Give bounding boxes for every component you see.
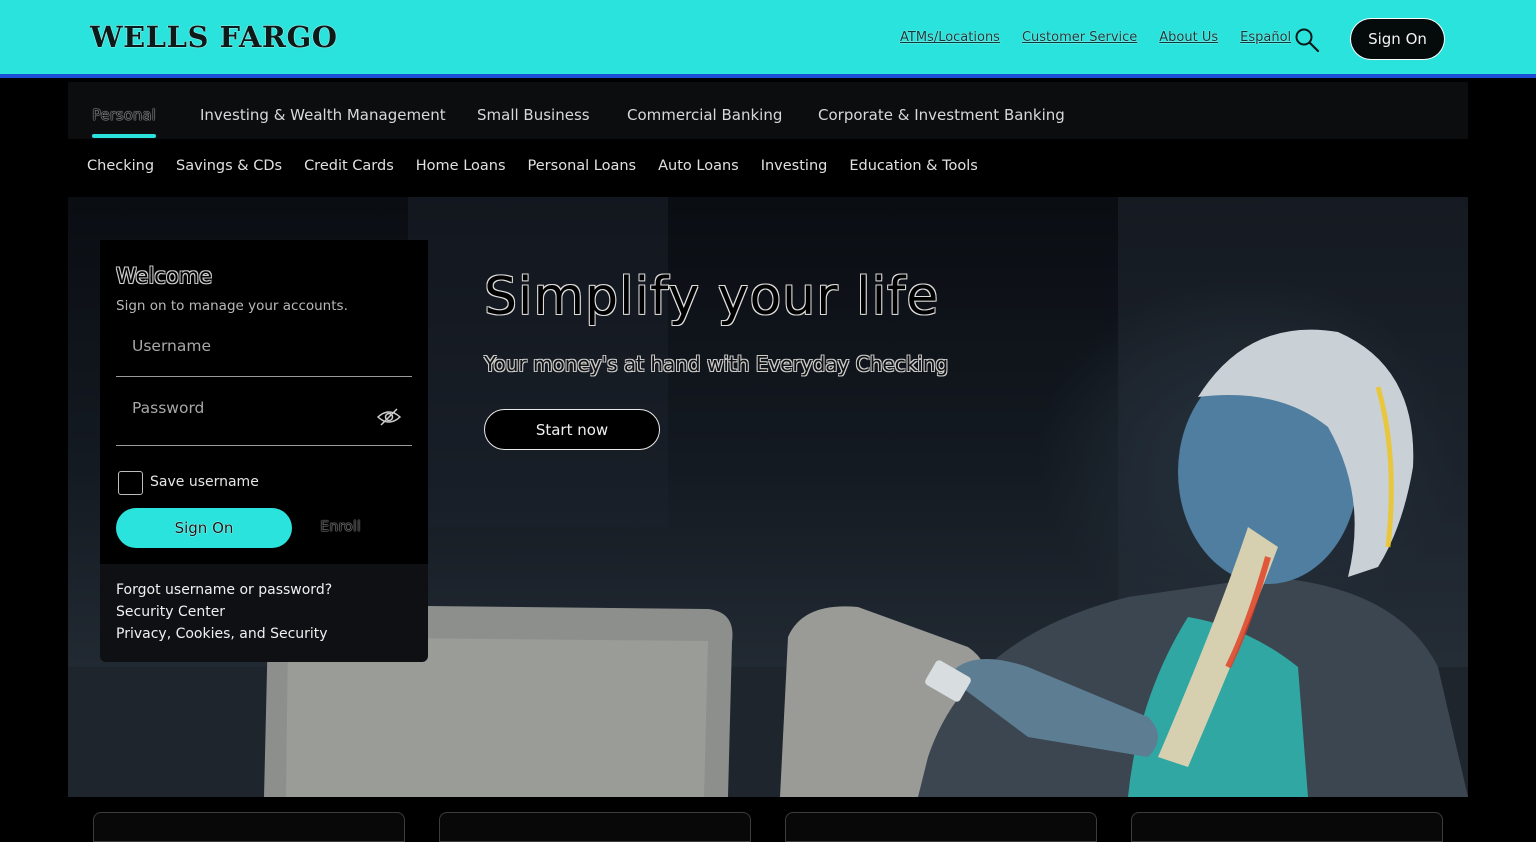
tab-corporate-investment-banking[interactable]: Corporate & Investment Banking bbox=[818, 106, 1065, 124]
sign-on-button[interactable]: Sign On bbox=[116, 508, 292, 548]
security-center-link[interactable]: Security Center bbox=[116, 604, 225, 620]
forgot-credentials-link[interactable]: Forgot username or password? bbox=[116, 582, 332, 598]
password-field[interactable]: Password bbox=[116, 392, 412, 446]
utility-links: ATMs/Locations Customer Service About Us… bbox=[900, 30, 1291, 45]
password-placeholder: Password bbox=[132, 399, 205, 417]
username-field[interactable]: Username bbox=[116, 330, 412, 377]
promo-tile[interactable] bbox=[93, 812, 405, 842]
promo-tile[interactable] bbox=[1131, 812, 1443, 842]
subnav-auto-loans[interactable]: Auto Loans bbox=[658, 158, 739, 174]
promo-tile[interactable] bbox=[439, 812, 751, 842]
subnav-personal-loans[interactable]: Personal Loans bbox=[528, 158, 637, 174]
header-sign-on-button[interactable]: Sign On bbox=[1351, 19, 1444, 59]
atms-locations-link[interactable]: ATMs/Locations bbox=[900, 30, 1000, 45]
espanol-link[interactable]: Español bbox=[1240, 30, 1291, 45]
subnav-savings-cds[interactable]: Savings & CDs bbox=[176, 158, 282, 174]
eye-slash-icon[interactable] bbox=[376, 406, 402, 428]
sub-navigation: Checking Savings & CDs Credit Cards Home… bbox=[87, 158, 978, 174]
privacy-cookies-security-link[interactable]: Privacy, Cookies, and Security bbox=[116, 626, 328, 642]
hero-subtitle: Your money's at hand with Everyday Check… bbox=[484, 352, 949, 376]
save-username-checkbox[interactable] bbox=[118, 471, 143, 495]
about-us-link[interactable]: About Us bbox=[1159, 30, 1218, 45]
username-placeholder: Username bbox=[132, 337, 212, 355]
save-username-label[interactable]: Save username bbox=[150, 474, 259, 490]
active-tab-indicator bbox=[92, 134, 156, 138]
promo-tile[interactable] bbox=[785, 812, 1097, 842]
enroll-link[interactable]: Enroll bbox=[320, 519, 361, 535]
tab-commercial-banking[interactable]: Commercial Banking bbox=[627, 106, 782, 124]
hero-title: Simplify your life bbox=[484, 267, 940, 327]
wells-fargo-logo[interactable]: WELLS FARGO bbox=[90, 20, 338, 54]
welcome-heading: Welcome bbox=[116, 264, 213, 288]
tab-investing-wealth-management[interactable]: Investing & Wealth Management bbox=[200, 106, 446, 124]
customer-service-link[interactable]: Customer Service bbox=[1022, 30, 1137, 45]
top-header: WELLS FARGO ATMs/Locations Customer Serv… bbox=[0, 0, 1536, 78]
subnav-credit-cards[interactable]: Credit Cards bbox=[304, 158, 394, 174]
tab-small-business[interactable]: Small Business bbox=[477, 106, 590, 124]
main-navigation: Personal Investing & Wealth Management S… bbox=[68, 82, 1468, 139]
start-now-button[interactable]: Start now bbox=[484, 409, 660, 450]
tab-personal[interactable]: Personal bbox=[92, 106, 156, 124]
search-icon[interactable] bbox=[1294, 27, 1320, 53]
subnav-checking[interactable]: Checking bbox=[87, 158, 154, 174]
subnav-education-tools[interactable]: Education & Tools bbox=[849, 158, 977, 174]
subnav-investing[interactable]: Investing bbox=[761, 158, 828, 174]
subnav-home-loans[interactable]: Home Loans bbox=[416, 158, 506, 174]
welcome-subtitle: Sign on to manage your accounts. bbox=[116, 298, 348, 314]
